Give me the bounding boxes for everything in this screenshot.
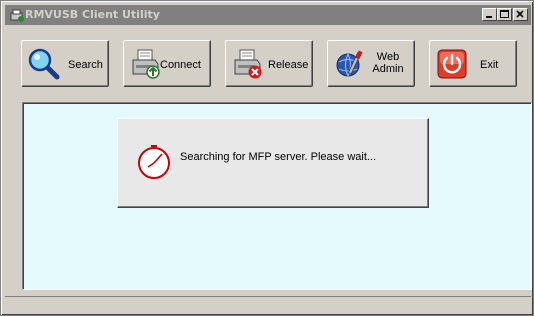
connect-label: Connect <box>160 59 201 71</box>
close-icon <box>516 10 524 18</box>
web-admin-button[interactable]: Web Admin <box>327 40 415 87</box>
connect-button[interactable]: Connect <box>123 40 211 87</box>
app-icon <box>10 9 24 22</box>
web-admin-label-line2: Admin <box>372 63 404 75</box>
maximize-button[interactable] <box>497 8 512 21</box>
magnifier-icon <box>28 48 60 80</box>
window-title: RMVUSB Client Utility <box>25 8 160 21</box>
minimize-button[interactable] <box>482 8 497 21</box>
status-bar <box>5 296 531 313</box>
printer-connect-icon <box>132 49 160 79</box>
minimize-icon <box>486 16 492 18</box>
maximize-icon <box>500 10 509 18</box>
exit-label: Exit <box>480 59 499 71</box>
close-button[interactable] <box>513 8 528 21</box>
exit-button[interactable]: Exit <box>429 40 517 87</box>
web-admin-tools-icon <box>336 50 363 77</box>
release-label: Release <box>268 59 309 71</box>
search-button[interactable]: Search <box>21 40 109 87</box>
search-label: Search <box>68 59 103 71</box>
printer-release-icon <box>234 49 262 79</box>
clock-icon <box>138 145 170 179</box>
searching-message: Searching for MFP server. Please wait... <box>180 151 377 163</box>
title-bar[interactable]: RMVUSB Client Utility <box>5 5 531 25</box>
release-button[interactable]: Release <box>225 40 313 87</box>
web-admin-label-line1: Web <box>376 51 400 63</box>
searching-dialog: Searching for MFP server. Please wait... <box>117 118 429 208</box>
power-icon <box>437 49 467 79</box>
app-window: RMVUSB Client Utility Search Connect Rel… <box>0 0 534 316</box>
